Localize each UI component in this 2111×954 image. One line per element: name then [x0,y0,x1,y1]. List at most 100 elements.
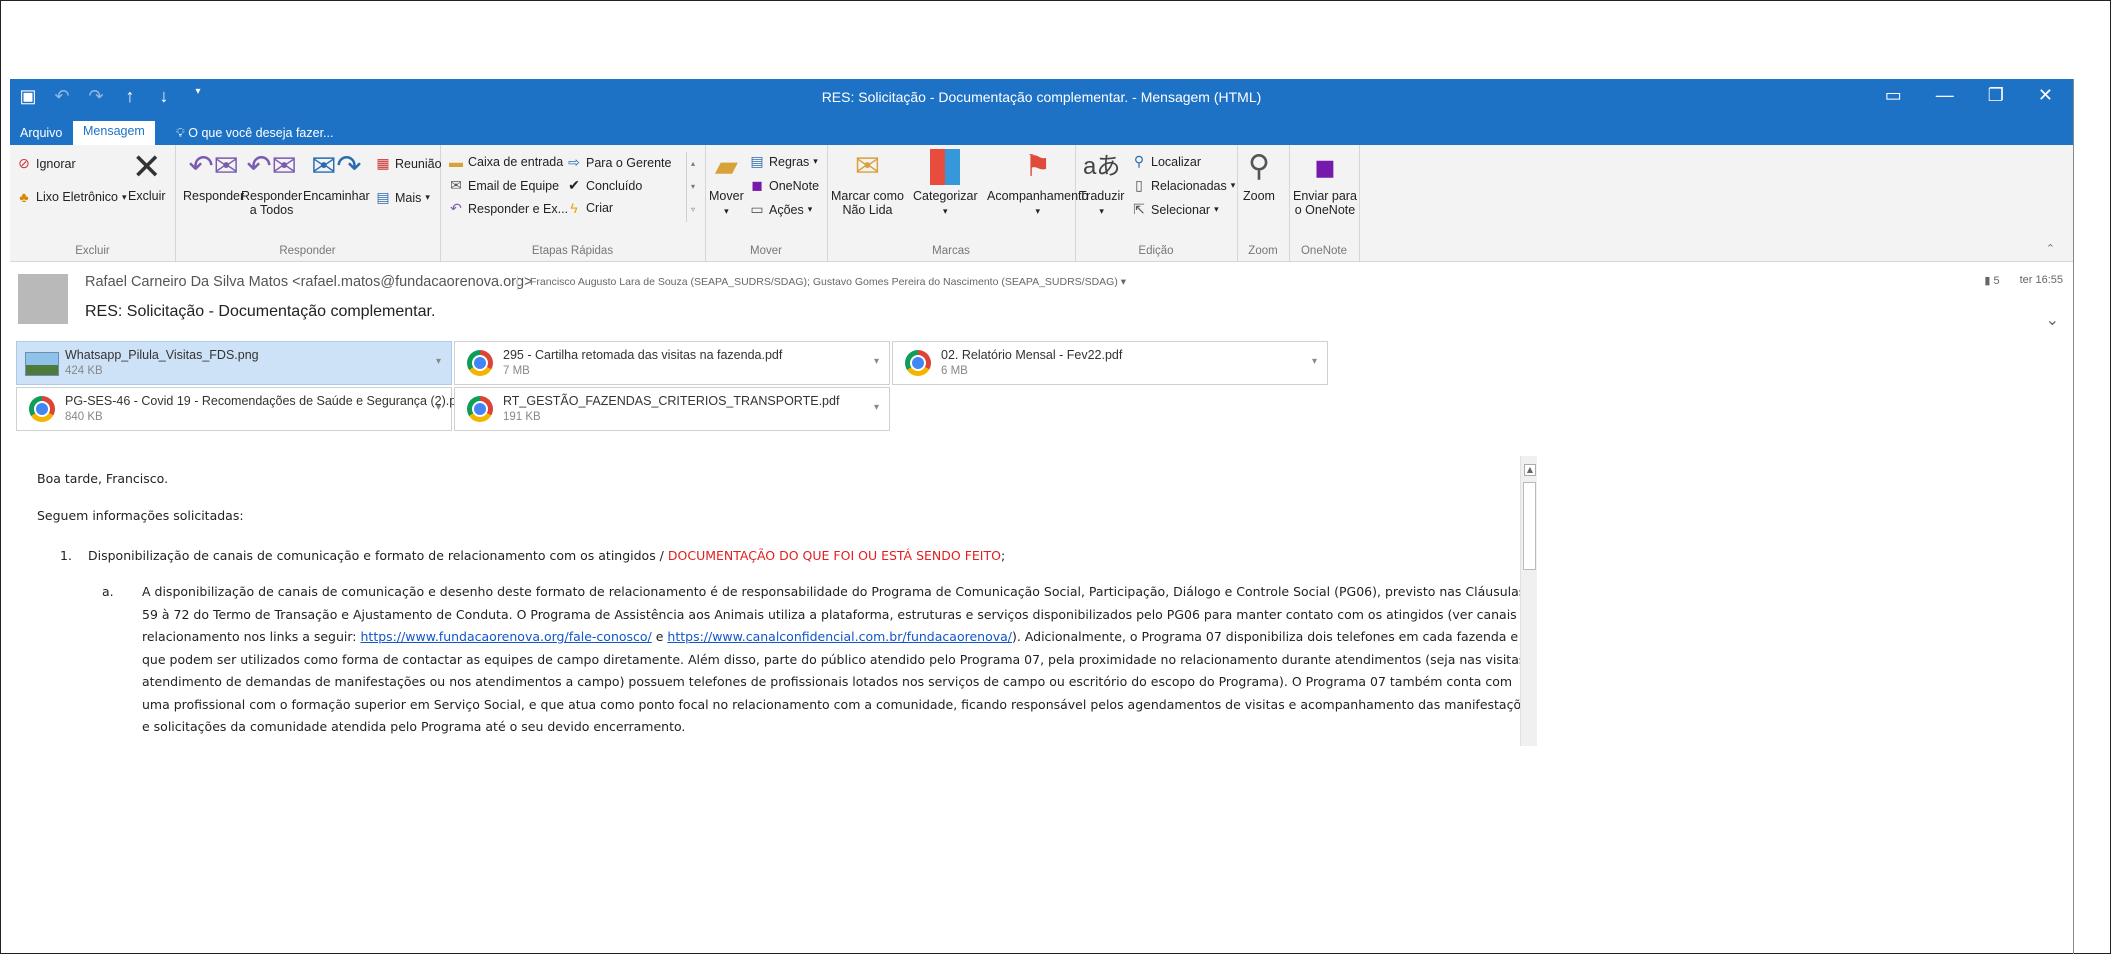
junk-button[interactable]: ♣ Lixo Eletrônico ▾ [16,189,126,205]
select-label: Selecionar [1151,202,1211,217]
window-title: RES: Solicitação - Documentação compleme… [821,89,1262,105]
attachment-menu-icon[interactable]: ▾ [1312,356,1317,367]
rules-label: Regras [769,154,810,169]
expand-header-icon[interactable]: ⌄ [2046,310,2059,330]
ignore-label: Ignorar [36,156,76,171]
link-canal-confidencial[interactable]: https://www.canalconfidencial.com.br/fun… [667,629,1012,644]
follow-up-label: Acompanhamento [987,189,1089,203]
mark-unread-button[interactable]: ✉ Marcar como Não Lida [831,149,904,217]
attachment-name: Whatsapp_Pilula_Visitas_FDS.png [65,348,259,362]
attachment-menu-icon[interactable]: ▾ [874,402,879,413]
onenote-move-button[interactable]: ◼ OneNote [749,177,819,194]
thread-count-value: 5 [1993,275,2000,287]
attachment-size: 7 MB [503,365,530,377]
quick-step-manager[interactable]: ⇨ Para o Gerente [566,154,671,171]
collapse-ribbon-icon[interactable]: ⌃ [2046,242,2055,255]
translate-button[interactable]: aあ Traduzir ▾ [1079,149,1124,217]
ignore-button[interactable]: ⊘ Ignorar [16,155,76,172]
item-a-and: e [651,629,668,644]
arrow-right-mail-icon: ⇨ [568,154,580,170]
greeting: Boa tarde, Francisco. [37,471,169,486]
follow-up-button[interactable]: ⚑ Acompanhamento ▾ [987,149,1088,217]
sender-address[interactable]: Rafael Carneiro Da Silva Matos <rafael.m… [85,274,533,290]
group-delete: ⊘ Ignorar ♣ Lixo Eletrônico ▾ ✕ Excluir … [10,145,176,261]
list-number: 1. [60,548,72,563]
move-button[interactable]: ▰ Mover ▾ [709,149,744,217]
link-fale-conosco[interactable]: https://www.fundacaorenova.org/fale-cono… [361,629,652,644]
more-respond-button[interactable]: ▤ Mais ▾ [375,189,430,206]
related-button[interactable]: ▯ Relacionadas ▾ [1131,177,1235,194]
checkmark-icon: ✔ [568,177,580,193]
categorize-button[interactable]: ■ Categorizar ▾ [913,149,978,217]
attachment-menu-icon[interactable]: ▾ [436,356,441,367]
avatar [18,274,68,324]
ribbon-display-icon[interactable]: ▭ [1885,85,1902,106]
attachment-item[interactable]: Whatsapp_Pilula_Visitas_FDS.png 424 KB ▾ [16,341,452,385]
zoom-magnifier-icon: ⚲ [1247,150,1270,183]
move-folder-icon: ▰ [714,150,738,183]
item1-red-text: DOCUMENTAÇÃO DO QUE FOI OU ESTÁ SENDO FE… [667,548,1001,563]
find-button[interactable]: ⚲ Localizar [1131,153,1201,170]
meeting-button[interactable]: ▦ Reunião [375,155,442,172]
item1-text: Disponibilização de canais de comunicaçã… [88,548,668,563]
rules-button[interactable]: ▤ Regras ▾ [749,153,817,170]
flag-icon: ⚑ [1024,150,1052,183]
chrome-icon [29,396,55,422]
tab-message[interactable]: Mensagem [73,121,155,145]
body-scrollbar[interactable]: ▲ [1520,456,1537,746]
meeting-label: Reunião [395,156,442,171]
scroll-up-icon[interactable]: ▲ [1524,464,1536,476]
quick-step-done[interactable]: ✔ Concluído [566,177,642,194]
title-bar: ▣ ↶ ↷ ↑ ↓ ▾ RES: Solicitação - Documenta… [10,79,2073,119]
attachment-item[interactable]: 295 - Cartilha retomada das visitas na f… [454,341,890,385]
scroll-thumb[interactable] [1523,482,1536,570]
restore-icon[interactable]: ❐ [1988,85,2004,106]
reply-all-button[interactable]: ↶✉ Responder a Todos [241,149,302,217]
delete-label: Excluir [128,189,166,203]
zoom-button[interactable]: ⚲ Zoom [1243,149,1275,203]
reply-label: Responder [183,189,245,203]
item1-end: ; [1000,548,1006,563]
actions-button[interactable]: ▭ Ações ▾ [749,201,812,218]
tab-file[interactable]: Arquivo [10,123,72,143]
attachment-name: 295 - Cartilha retomada das visitas na f… [503,348,783,362]
thread-count[interactable]: ▮ 5 [1984,274,1999,287]
move-label: Mover [709,189,744,203]
attachment-item[interactable]: 02. Relatório Mensal - Fev22.pdf 6 MB ▾ [892,341,1328,385]
chevron-down-icon: ▾ [425,192,430,202]
reply-button[interactable]: ↶✉ Responder [183,149,244,203]
select-button[interactable]: ⇱ Selecionar ▾ [1131,201,1219,218]
onenote-icon: ◼ [1314,152,1336,182]
quick-step-reply-delete[interactable]: ↶ Responder e Ex... [448,200,568,217]
attachment-menu-icon[interactable]: ▾ [436,402,441,413]
quick-step-team-email[interactable]: ✉ Email de Equipe [448,177,559,194]
close-icon[interactable]: ✕ [2038,85,2053,106]
group-label-onenote: OneNote [1300,245,1348,257]
attachment-item[interactable]: PG-SES-46 - Covid 19 - Recomendações de … [16,387,467,431]
attachment-item[interactable]: RT_GESTÃO_FAZENDAS_CRITERIOS_TRANSPORTE.… [454,387,890,431]
cursor-icon: ⇱ [1133,201,1145,217]
recipients-line[interactable]: Francisco Augusto Lara de Souza (SEAPA_S… [516,276,1126,290]
forward-button[interactable]: ✉↷ Encaminhar [303,149,370,203]
chevron-down-icon: ▾ [724,206,729,216]
chrome-icon [467,350,493,376]
attachment-menu-icon[interactable]: ▾ [874,356,879,367]
group-label-respond: Responder [279,245,336,257]
zoom-label: Zoom [1243,189,1275,203]
minimize-icon[interactable]: — [1936,85,1954,106]
quick-step-inbox[interactable]: ▬ Caixa de entrada [448,154,563,170]
delete-button[interactable]: ✕ Excluir [128,149,166,204]
send-to-onenote-button[interactable]: ◼ Enviar para o OneNote [1293,149,1357,217]
tell-me-box[interactable]: 💡︎ O que você deseja fazer... [166,123,343,144]
group-label-move: Mover [750,245,782,257]
sub-list-item-text: A disponibilização de canais de comunica… [142,581,1542,739]
send-onenote-label-2: o OneNote [1294,203,1356,217]
onenote-icon: ◼ [751,177,763,193]
quick-steps-scroll[interactable]: ▴ ▾ ▿ [686,152,699,222]
group-respond: ↶✉ Responder ↶✉ Responder a Todos ✉↷ Enc… [175,145,442,261]
quick-step-create[interactable]: ϟ Criar [566,200,613,216]
chevron-down-icon: ▾ [1214,204,1219,214]
categorize-icon: ■ [930,149,961,185]
more-icon: ▤ [376,189,390,205]
reply-all-label-2: a Todos [249,203,294,217]
